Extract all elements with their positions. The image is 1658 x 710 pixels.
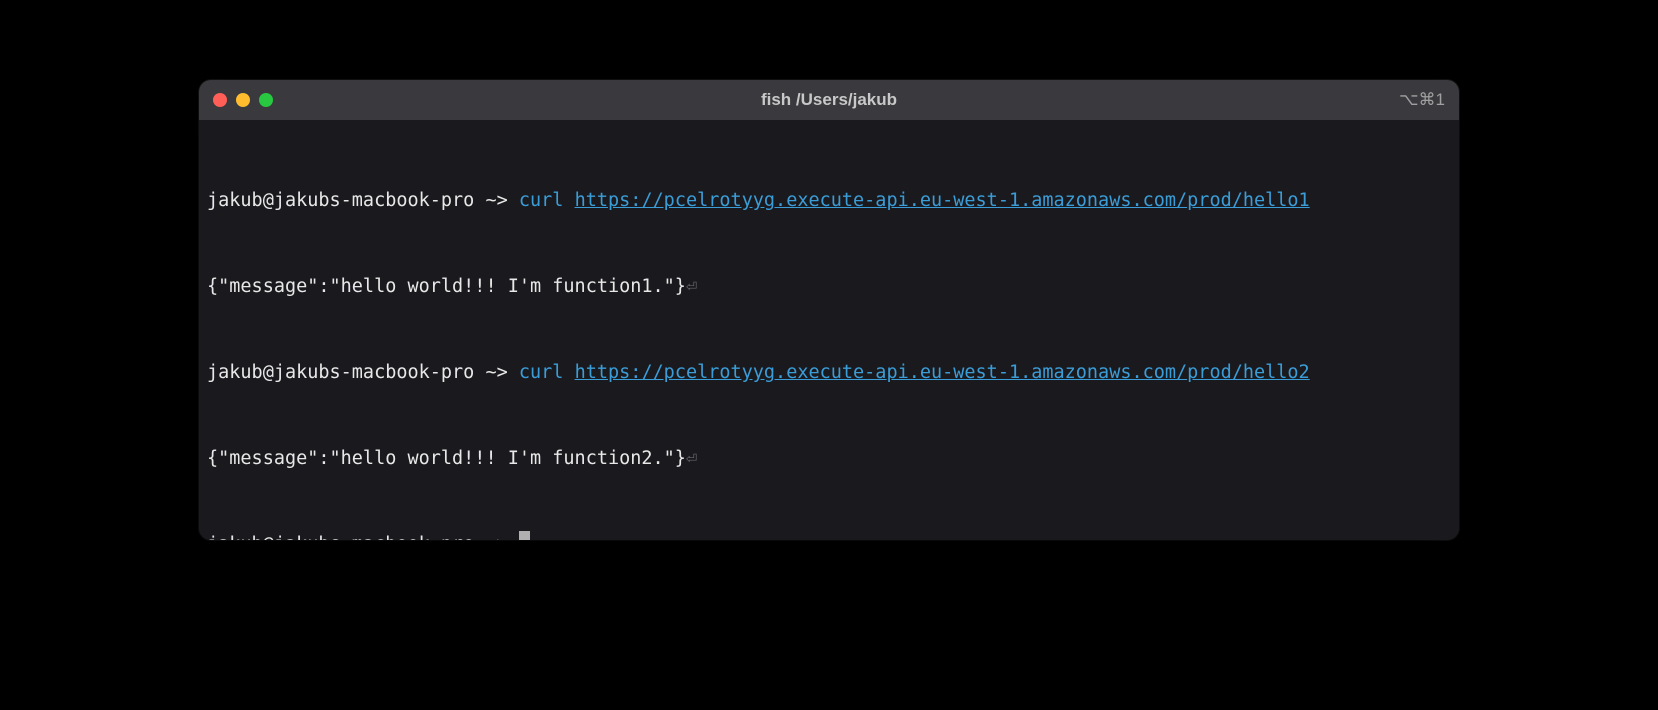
command: curl bbox=[519, 190, 564, 211]
minimize-button[interactable] bbox=[236, 93, 250, 107]
cursor[interactable] bbox=[519, 531, 530, 540]
traffic-lights bbox=[213, 93, 273, 107]
prompt-arrow: > bbox=[497, 190, 508, 211]
return-symbol-icon: ⏎ bbox=[686, 448, 697, 469]
return-symbol-icon: ⏎ bbox=[686, 276, 697, 297]
prompt-path: ~ bbox=[485, 190, 496, 211]
prompt-path: ~ bbox=[485, 534, 496, 540]
command-url: https://pcelrotyyg.execute-api.eu-west-1… bbox=[575, 362, 1310, 383]
prompt-user-host: jakub@jakubs-macbook-pro bbox=[207, 534, 474, 540]
terminal-output-line: {"message":"hello world!!! I'm function2… bbox=[207, 445, 1451, 474]
prompt-user-host: jakub@jakubs-macbook-pro bbox=[207, 362, 474, 383]
prompt-arrow: > bbox=[497, 362, 508, 383]
terminal-line: jakub@jakubs-macbook-pro ~> curl https:/… bbox=[207, 359, 1451, 388]
maximize-button[interactable] bbox=[259, 93, 273, 107]
close-button[interactable] bbox=[213, 93, 227, 107]
prompt-path: ~ bbox=[485, 362, 496, 383]
terminal-body[interactable]: jakub@jakubs-macbook-pro ~> curl https:/… bbox=[199, 120, 1459, 540]
prompt-user-host: jakub@jakubs-macbook-pro bbox=[207, 190, 474, 211]
command-output: {"message":"hello world!!! I'm function1… bbox=[207, 276, 686, 297]
terminal-output-line: {"message":"hello world!!! I'm function1… bbox=[207, 273, 1451, 302]
titlebar[interactable]: fish /Users/jakub ⌥⌘1 bbox=[199, 80, 1459, 120]
prompt-arrow: > bbox=[497, 534, 508, 540]
command-output: {"message":"hello world!!! I'm function2… bbox=[207, 448, 686, 469]
command-url: https://pcelrotyyg.execute-api.eu-west-1… bbox=[575, 190, 1310, 211]
command: curl bbox=[519, 362, 564, 383]
terminal-line: jakub@jakubs-macbook-pro ~> curl https:/… bbox=[207, 187, 1451, 216]
window-tab-indicator: ⌥⌘1 bbox=[1399, 90, 1445, 110]
terminal-prompt-line: jakub@jakubs-macbook-pro ~> bbox=[207, 531, 1451, 540]
window-title: fish /Users/jakub bbox=[761, 90, 897, 110]
terminal-window: fish /Users/jakub ⌥⌘1 jakub@jakubs-macbo… bbox=[199, 80, 1459, 540]
